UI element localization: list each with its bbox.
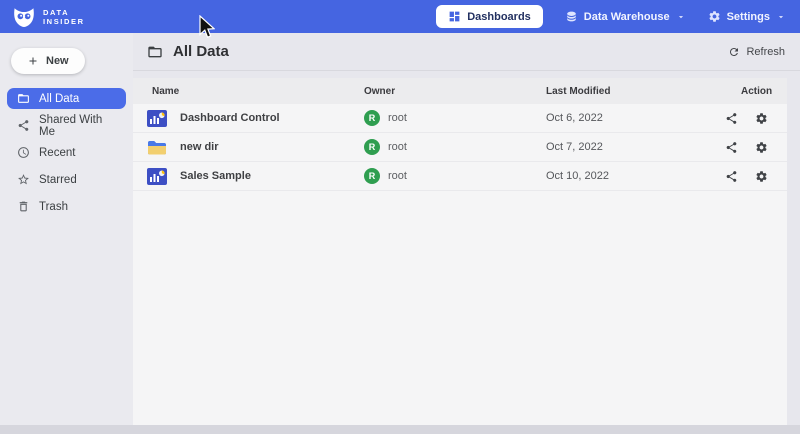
file-type-icon bbox=[147, 139, 167, 156]
column-header-last-modified: Last Modified bbox=[527, 86, 722, 97]
folder-file-icon bbox=[147, 139, 167, 156]
gear-icon[interactable] bbox=[755, 141, 768, 154]
settings-menu[interactable]: Settings bbox=[708, 10, 786, 23]
top-bar: DATA INSIDER Dashboards Data Warehouse S… bbox=[0, 0, 800, 33]
sidebar-item-label: Trash bbox=[39, 201, 68, 213]
refresh-icon bbox=[728, 46, 740, 58]
owner-name: root bbox=[388, 170, 407, 182]
sidebar-item-recent[interactable]: Recent bbox=[7, 142, 126, 163]
star-icon bbox=[17, 173, 30, 186]
file-table: Name Owner Last Modified Action bbox=[133, 78, 787, 425]
owner-name: root bbox=[388, 112, 407, 124]
table-header: Name Owner Last Modified Action bbox=[133, 78, 787, 104]
owl-logo-icon bbox=[12, 5, 36, 29]
file-name[interactable]: Sales Sample bbox=[180, 170, 251, 182]
share-icon[interactable] bbox=[725, 112, 738, 125]
column-header-action: Action bbox=[722, 86, 787, 97]
data-warehouse-label: Data Warehouse bbox=[584, 11, 670, 23]
plus-icon bbox=[27, 55, 39, 67]
chevron-down-icon bbox=[676, 12, 686, 22]
owner-avatar: R bbox=[364, 110, 380, 126]
brand-logo: DATA INSIDER bbox=[12, 5, 85, 29]
sidebar-item-label: All Data bbox=[39, 93, 79, 105]
dashboard-file-icon bbox=[147, 168, 167, 185]
table-row[interactable]: Sales Sample R root Oct 10, 2022 bbox=[133, 162, 787, 191]
owner-avatar: R bbox=[364, 168, 380, 184]
chevron-down-icon bbox=[776, 12, 786, 22]
file-type-icon bbox=[147, 110, 167, 127]
top-navigation: Dashboards Data Warehouse Settings bbox=[436, 5, 786, 28]
content-header: All Data Refresh bbox=[133, 33, 800, 71]
dashboards-label: Dashboards bbox=[467, 11, 531, 23]
brand-text: DATA INSIDER bbox=[43, 8, 85, 26]
new-button-label: New bbox=[46, 55, 69, 67]
trash-icon bbox=[17, 200, 30, 213]
column-header-owner: Owner bbox=[345, 86, 527, 97]
gear-icon[interactable] bbox=[755, 112, 768, 125]
data-warehouse-menu[interactable]: Data Warehouse bbox=[565, 10, 686, 23]
sidebar-item-all-data[interactable]: All Data bbox=[7, 88, 126, 109]
dashboard-file-icon bbox=[147, 110, 167, 127]
column-header-name: Name bbox=[133, 86, 345, 97]
gear-icon[interactable] bbox=[755, 170, 768, 183]
sidebar-item-starred[interactable]: Starred bbox=[7, 169, 126, 190]
gear-icon bbox=[708, 10, 721, 23]
sidebar-item-label: Recent bbox=[39, 147, 75, 159]
last-modified-date: Oct 6, 2022 bbox=[527, 112, 722, 124]
share-icon bbox=[17, 119, 30, 132]
last-modified-date: Oct 10, 2022 bbox=[527, 170, 722, 182]
owner-name: root bbox=[388, 141, 407, 153]
table-row[interactable]: new dir R root Oct 7, 2022 bbox=[133, 133, 787, 162]
page-title: All Data bbox=[173, 43, 229, 60]
file-name[interactable]: new dir bbox=[180, 141, 219, 153]
share-icon[interactable] bbox=[725, 170, 738, 183]
new-button[interactable]: New bbox=[11, 48, 85, 74]
refresh-button[interactable]: Refresh bbox=[728, 46, 785, 58]
settings-label: Settings bbox=[727, 11, 770, 23]
sidebar-item-label: Shared With Me bbox=[39, 114, 116, 138]
folder-icon bbox=[147, 44, 163, 60]
file-name[interactable]: Dashboard Control bbox=[180, 112, 280, 124]
share-icon[interactable] bbox=[725, 141, 738, 154]
database-icon bbox=[565, 10, 578, 23]
window-bottom-edge bbox=[0, 425, 800, 434]
sidebar-item-shared-with-me[interactable]: Shared With Me bbox=[7, 115, 126, 136]
file-type-icon bbox=[147, 168, 167, 185]
sidebar-item-label: Starred bbox=[39, 174, 77, 186]
sidebar: New All Data Shared With Me Recent Starr… bbox=[0, 33, 133, 425]
clock-icon bbox=[17, 146, 30, 159]
table-row[interactable]: Dashboard Control R root Oct 6, 2022 bbox=[133, 104, 787, 133]
main-content: All Data Refresh Name Owner Last Modifie… bbox=[133, 33, 800, 425]
dashboards-button[interactable]: Dashboards bbox=[436, 5, 543, 28]
dashboard-icon bbox=[448, 10, 461, 23]
refresh-label: Refresh bbox=[746, 46, 785, 58]
owner-avatar: R bbox=[364, 139, 380, 155]
last-modified-date: Oct 7, 2022 bbox=[527, 141, 722, 153]
sidebar-item-trash[interactable]: Trash bbox=[7, 196, 126, 217]
folder-icon bbox=[17, 92, 30, 105]
